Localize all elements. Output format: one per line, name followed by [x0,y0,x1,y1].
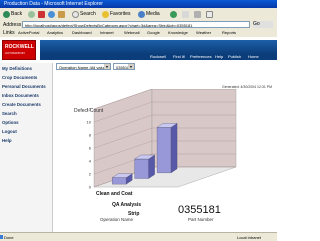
media-icon [138,10,145,18]
back-label: Back [11,11,23,17]
link-item[interactable]: Dashboard [72,30,92,35]
link-item[interactable]: ActivePortal [18,30,39,35]
chart-category-labels: Clean and CoatQA AnalysisStrip [96,191,141,217]
sidebar-item-crop-documents[interactable]: Crop Documents [2,75,37,80]
search-button[interactable]: Search [72,10,96,18]
category-select-value: Operation Name (All values) [59,65,110,70]
history-icon [170,10,177,18]
chart-y-ticks: 024681012 [87,107,92,190]
chart-z-axis-label: Part Number [188,217,214,222]
window-title: Production Data - Microsoft Internet Exp… [4,1,103,7]
link-item[interactable]: Reports [222,30,236,35]
job-select[interactable]: 0355181 ▾ [113,63,135,70]
mail-button[interactable] [182,10,190,18]
header-link[interactable]: Find It! [173,54,185,59]
chart-part-number: 0355181 [178,204,221,216]
header-link[interactable]: Publish [228,54,241,59]
favorites-star-icon [102,10,109,18]
print-icon [194,10,201,18]
search-label: Search [80,11,96,17]
chart-category-label: QA Analysis [112,202,141,208]
edit-icon [206,10,213,18]
sidebar-item-search[interactable]: Search [2,111,17,116]
favorites-button[interactable]: Favorites [102,10,131,18]
category-select[interactable]: Operation Name (All values) ▾ [56,63,111,70]
go-button[interactable]: Go [253,21,273,28]
header-link[interactable]: Home [248,54,259,59]
back-arrow-icon [3,10,10,18]
header-link[interactable]: Rockwell [150,54,166,59]
link-item[interactable]: Intranet [100,30,114,35]
chart-y-tick-label: 4 [89,159,92,164]
refresh-button[interactable] [48,10,56,18]
chart-bar-side [170,123,178,174]
favorites-label: Favorites [110,11,131,17]
header-link[interactable]: Preferences [190,54,212,59]
media-label: Media [146,11,160,17]
logo-name: ROCKWELL [5,44,34,50]
chart-bar [112,177,127,185]
refresh-icon [48,10,55,18]
link-item[interactable]: Google [147,30,160,35]
stop-button[interactable] [38,10,46,18]
link-item[interactable]: Knowledge [168,30,188,35]
chart-x-axis-label: Operation Name [100,217,134,222]
home-icon [58,10,65,18]
edit-button[interactable] [206,10,214,18]
chart-y-tick-label: 6 [89,146,92,151]
sidebar-item-inbox-documents[interactable]: Inbox Documents [2,93,39,98]
chart-y-axis-label: Defect Count [74,108,104,114]
link-item[interactable]: Weather [196,30,211,35]
back-button[interactable]: Back [3,10,22,18]
status-zone: Local intranet [237,235,262,240]
sidebar-item-create-documents[interactable]: Create Documents [2,102,41,107]
links-label: Links [3,30,15,36]
status-text: Done [4,235,14,240]
chart-y-tick-label: 8 [89,133,92,138]
chart-y-tick-label: 0 [89,185,92,190]
sidebar-nav: My Definitions Crop Documents Personal D… [0,63,53,232]
history-button[interactable] [170,10,178,18]
search-icon [72,10,79,18]
media-button[interactable]: Media [138,10,160,18]
company-logo: ROCKWELL AUTOMATION [2,40,36,60]
mail-icon [182,10,189,18]
header-link[interactable]: Help [215,54,223,59]
page-body: ROCKWELL AUTOMATION Rockwell Find It! Pr… [0,37,277,232]
chart-y-tick-label: 2 [89,172,92,177]
print-button[interactable] [194,10,202,18]
forward-arrow-icon [28,10,35,18]
header-banner [40,40,277,54]
chart-bar [156,127,172,173]
address-label: Address [3,22,22,28]
chevron-down-icon[interactable]: ▾ [104,64,110,69]
sidebar-item-personal-documents[interactable]: Personal Documents [2,84,46,89]
sidebar-item-help[interactable]: Help [2,138,12,143]
link-item[interactable]: Analytics [47,30,63,35]
chart-category-label: Clean and Coat [96,191,133,197]
logo-tagline: AUTOMATION [5,51,25,55]
sidebar-item-options[interactable]: Options [2,120,19,125]
chart-bar [134,158,149,179]
stop-icon [38,10,45,18]
window-titlebar: Production Data - Microsoft Internet Exp… [0,0,277,8]
chart-y-tick-label: 10 [87,120,92,125]
home-button[interactable] [58,10,66,18]
page-icon [0,235,3,239]
sidebar-item-my-definitions[interactable]: My Definitions [2,66,32,71]
header-links: Rockwell Find It! Preferences Help Publi… [40,54,277,60]
link-item[interactable]: Webmail [124,30,140,35]
sidebar-item-logout[interactable]: Logout [2,129,17,134]
forward-button[interactable] [28,10,36,18]
address-input[interactable]: http://localhost/apps/defect/ShowDefects… [22,21,250,28]
defect-count-chart: 024681012 Clean and CoatQA AnalysisStrip… [74,89,237,222]
chevron-down-icon[interactable]: ▾ [128,64,134,69]
